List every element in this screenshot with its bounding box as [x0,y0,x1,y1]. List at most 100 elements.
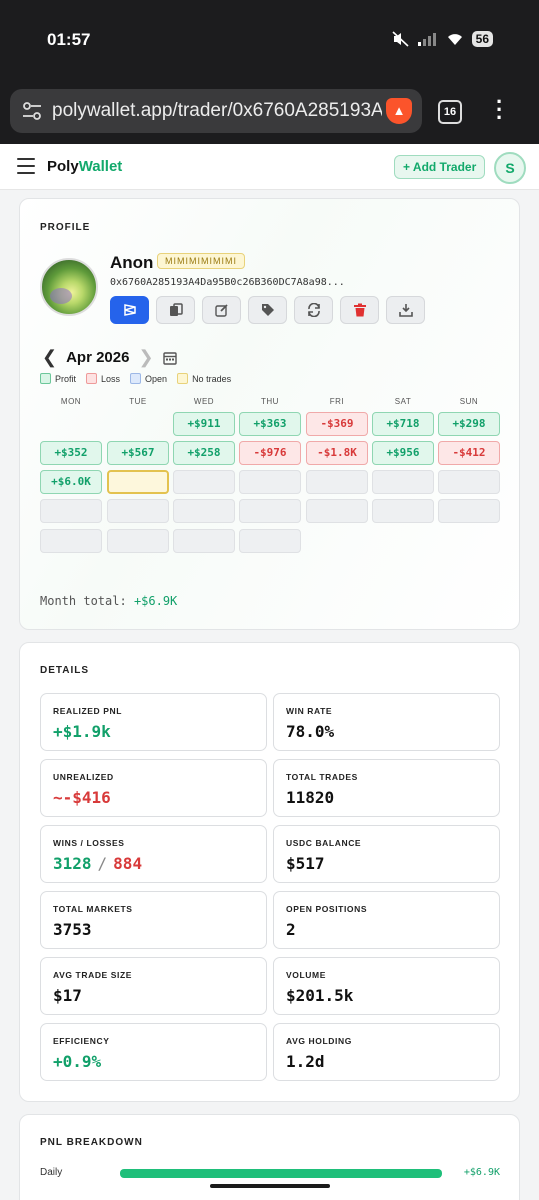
menu-icon[interactable] [17,158,35,174]
status-bar: 01:57 56 [0,0,539,84]
calendar-day-cell[interactable] [306,470,368,494]
calendar-day-cell[interactable] [372,470,434,494]
stat-label: OPEN POSITIONS [286,904,368,914]
legend-no-trades: No trades [177,373,231,384]
stat-win-rate: WIN RATE 78.0% [273,693,500,751]
refresh-button[interactable] [294,296,333,324]
logo-poly: Poly [47,158,79,175]
calendar-day-cell[interactable]: +$352 [40,441,102,465]
calendar-day-cell[interactable]: +$298 [438,412,500,436]
calendar-day-cell[interactable] [173,470,235,494]
polymarket-icon [123,304,136,316]
url-text[interactable]: polywallet.app/trader/0x6760A285193A4 [52,100,382,122]
browser-menu-icon[interactable]: · · · [496,91,503,129]
calendar-day-cell[interactable]: +$363 [239,412,301,436]
details-card: DETAILS REALIZED PNL +$1.9k WIN RATE 78.0% U… [19,642,520,1102]
wifi-icon [447,34,462,45]
stat-value: $517 [286,854,325,873]
stat-wins-losses: WINS / LOSSES 3128 / 884 [40,825,267,883]
stat-label: TOTAL TRADES [286,772,358,782]
stat-value: 78.0% [286,722,335,741]
trader-address[interactable]: 0x6760A285193A4Da95B0c26B360DC7A8a98... [110,277,345,288]
weekday-mon: MON [60,397,82,406]
copy-icon [169,303,183,316]
stat-label: EFFICIENCY [53,1036,110,1046]
calendar-day-cell[interactable]: +$956 [372,441,434,465]
calendar-day-cell[interactable]: +$6.0K [40,470,102,494]
logo-wallet: Wallet [78,158,123,175]
stat-value: +0.9% [53,1052,102,1071]
profile-section-title: PROFILE [40,222,91,233]
calendar-day-cell[interactable] [372,499,434,523]
losses-value: 884 [113,854,143,873]
calendar-day-cell[interactable] [40,499,102,523]
tag-button[interactable] [248,296,287,324]
stat-label: WIN RATE [286,706,333,716]
calendar-day-cell[interactable]: +$911 [173,412,235,436]
calendar-day-cell[interactable] [239,470,301,494]
calendar-day-cell[interactable] [107,499,169,523]
polymarket-link-button[interactable] [110,296,149,324]
calendar-day-cell[interactable] [438,470,500,494]
next-month-button[interactable]: ❯ [138,347,153,368]
tab-switcher-button[interactable]: 16 [438,100,462,124]
calendar-day-cell[interactable] [107,529,169,553]
status-time: 01:57 [47,30,91,49]
calendar-day-cell[interactable] [239,529,301,553]
stat-volume: VOLUME $201.5k [273,957,500,1015]
stat-value: 2 [286,920,296,939]
edit-button[interactable] [202,296,241,324]
stat-label: UNREALIZED [53,772,114,782]
calendar-day-cell[interactable]: +$718 [372,412,434,436]
wins-value: 3128 [53,854,92,873]
copy-address-button[interactable] [156,296,195,324]
brave-shields-icon[interactable]: ▲ [386,98,412,124]
download-icon [398,304,413,317]
month-total-value: +$6.9K [133,594,178,608]
calendar-day-cell[interactable] [239,499,301,523]
add-trader-button[interactable]: + Add Trader [394,155,486,179]
mute-icon [392,31,409,47]
calendar-day-cell[interactable]: -$1.8K [306,441,368,465]
weekday-sun: SUN [459,397,479,406]
calendar-day-cell[interactable] [306,499,368,523]
stat-open-positions: OPEN POSITIONS 2 [273,891,500,949]
calendar-day-cell[interactable] [438,499,500,523]
browser-toolbar: polywallet.app/trader/0x6760A285193A4 ▲ … [0,84,539,144]
address-bar[interactable]: polywallet.app/trader/0x6760A285193A4 ▲ [10,89,422,133]
calendar-day-cell[interactable]: +$567 [107,441,169,465]
delete-button[interactable] [340,296,379,324]
calendar-day-cell[interactable]: -$369 [306,412,368,436]
calendar-day-cell[interactable] [40,529,102,553]
stat-avg-holding: AVG HOLDING 1.2d [273,1023,500,1081]
stat-total-trades: TOTAL TRADES 11820 [273,759,500,817]
calendar-legend: Profit Loss Open No trades [40,373,231,384]
stat-value: +$1.9k [53,722,111,741]
pnl-row-value: +$6.9K [463,1167,500,1178]
download-button[interactable] [386,296,425,324]
stat-value: $17 [53,986,82,1005]
prev-month-button[interactable]: ❮ [42,347,57,368]
stat-avg-trade-size: AVG TRADE SIZE $17 [40,957,267,1015]
stat-value: 3128 / 884 [53,854,142,873]
calendar-nav: ❮ Apr 2026 ❯ [42,347,177,368]
calendar-day-cell[interactable]: +$258 [173,441,235,465]
user-avatar[interactable]: S [494,152,526,184]
site-settings-icon[interactable] [22,102,42,120]
calendar-day-cell[interactable] [173,499,235,523]
weekday-tue: TUE [129,397,147,406]
pnl-row-label: Daily [40,1167,63,1178]
calendar-day-cell[interactable]: -$976 [239,441,301,465]
stat-value: 11820 [286,788,335,807]
calendar-icon[interactable] [162,351,177,365]
status-icons: 56 [392,31,493,47]
legend-profit: Profit [40,373,76,384]
battery-indicator: 56 [471,31,493,47]
stat-efficiency: EFFICIENCY +0.9% [40,1023,267,1081]
app-logo[interactable]: PolyWallet [47,158,122,175]
calendar-day-cell[interactable] [107,470,169,494]
calendar-day-cell[interactable] [173,529,235,553]
calendar-day-cell[interactable]: -$412 [438,441,500,465]
pnl-section-title: PNL BREAKDOWN [40,1137,143,1148]
stat-label: AVG HOLDING [286,1036,352,1046]
